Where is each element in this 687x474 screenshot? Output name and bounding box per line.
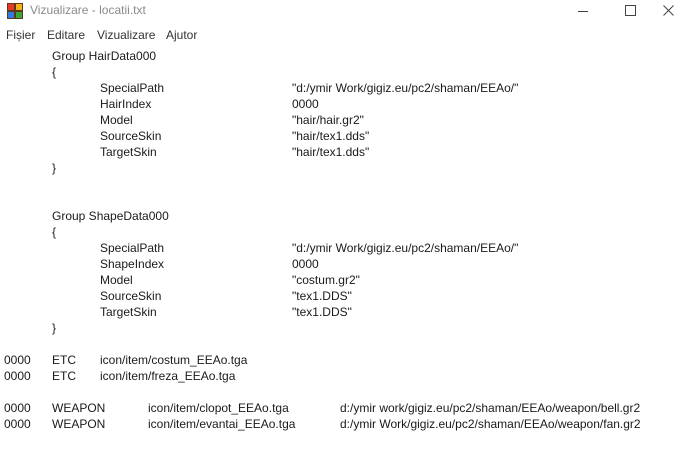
field-key: Model xyxy=(100,273,133,287)
open-brace: { xyxy=(52,225,57,239)
field-key: HairIndex xyxy=(100,97,152,111)
line-index: 0000 xyxy=(4,417,31,431)
field-key: TargetSkin xyxy=(100,305,157,319)
field-value: "hair/hair.gr2" xyxy=(292,113,364,127)
field-key: ShapeIndex xyxy=(100,257,165,271)
text-content-area[interactable]: Group HairData000 { SpecialPath "d:/ymir… xyxy=(0,46,687,474)
field-key: SourceSkin xyxy=(100,289,162,303)
group-header: Group HairData000 xyxy=(52,49,157,63)
open-brace: { xyxy=(52,65,57,79)
menu-edit[interactable]: Editare xyxy=(47,28,85,42)
line-model-path: d:/ymir work/gigiz.eu/pc2/shaman/EEAo/we… xyxy=(340,401,641,415)
window-title: Vizualizare - locatii.txt xyxy=(30,3,146,17)
menu-view[interactable]: Vizualizare xyxy=(97,28,155,42)
minimize-button[interactable] xyxy=(560,0,606,22)
minimize-icon xyxy=(578,11,588,12)
line-icon-path: icon/item/evantai_EEAo.tga xyxy=(148,417,296,431)
field-value: 0000 xyxy=(292,257,319,271)
menu-bar: Fișier Editare Vizualizare Ajutor xyxy=(0,26,687,46)
maximize-icon xyxy=(625,5,636,16)
field-value: "costum.gr2" xyxy=(292,273,360,287)
field-value: 0000 xyxy=(292,97,319,111)
viewer-window: Vizualizare - locatii.txt Fișier Editare… xyxy=(0,0,687,474)
field-value: "hair/tex1.dds" xyxy=(292,129,370,143)
field-key: SourceSkin xyxy=(100,129,162,143)
line-type: ETC xyxy=(52,353,76,367)
field-value: "d:/ymir Work/gigiz.eu/pc2/shaman/EEAo/" xyxy=(292,241,519,255)
line-icon-path: icon/item/costum_EEAo.tga xyxy=(100,353,248,367)
field-value: "hair/tex1.dds" xyxy=(292,145,370,159)
line-index: 0000 xyxy=(4,353,31,367)
close-brace: } xyxy=(52,161,57,175)
field-key: SpecialPath xyxy=(100,241,165,255)
menu-file[interactable]: Fișier xyxy=(6,28,35,42)
line-icon-path: icon/item/clopot_EEAo.tga xyxy=(148,401,289,415)
line-index: 0000 xyxy=(4,369,31,383)
line-index: 0000 xyxy=(4,401,31,415)
field-value: "tex1.DDS" xyxy=(292,305,352,319)
line-model-path: d:/ymir Work/gigiz.eu/pc2/shaman/EEAo/we… xyxy=(340,417,641,431)
field-key: SpecialPath xyxy=(100,81,165,95)
close-icon xyxy=(663,5,674,16)
close-brace: } xyxy=(52,321,57,335)
field-key: TargetSkin xyxy=(100,145,157,159)
app-icon xyxy=(7,3,23,19)
line-type: WEAPON xyxy=(52,417,106,431)
line-type: ETC xyxy=(52,369,76,383)
group-header: Group ShapeData000 xyxy=(52,209,169,223)
menu-help[interactable]: Ajutor xyxy=(166,28,197,42)
line-type: WEAPON xyxy=(52,401,106,415)
title-bar[interactable]: Vizualizare - locatii.txt xyxy=(0,0,687,22)
close-button[interactable] xyxy=(645,0,687,22)
field-value: "tex1.DDS" xyxy=(292,289,352,303)
field-key: Model xyxy=(100,113,133,127)
field-value: "d:/ymir Work/gigiz.eu/pc2/shaman/EEAo/" xyxy=(292,81,519,95)
line-icon-path: icon/item/freza_EEAo.tga xyxy=(100,369,236,383)
